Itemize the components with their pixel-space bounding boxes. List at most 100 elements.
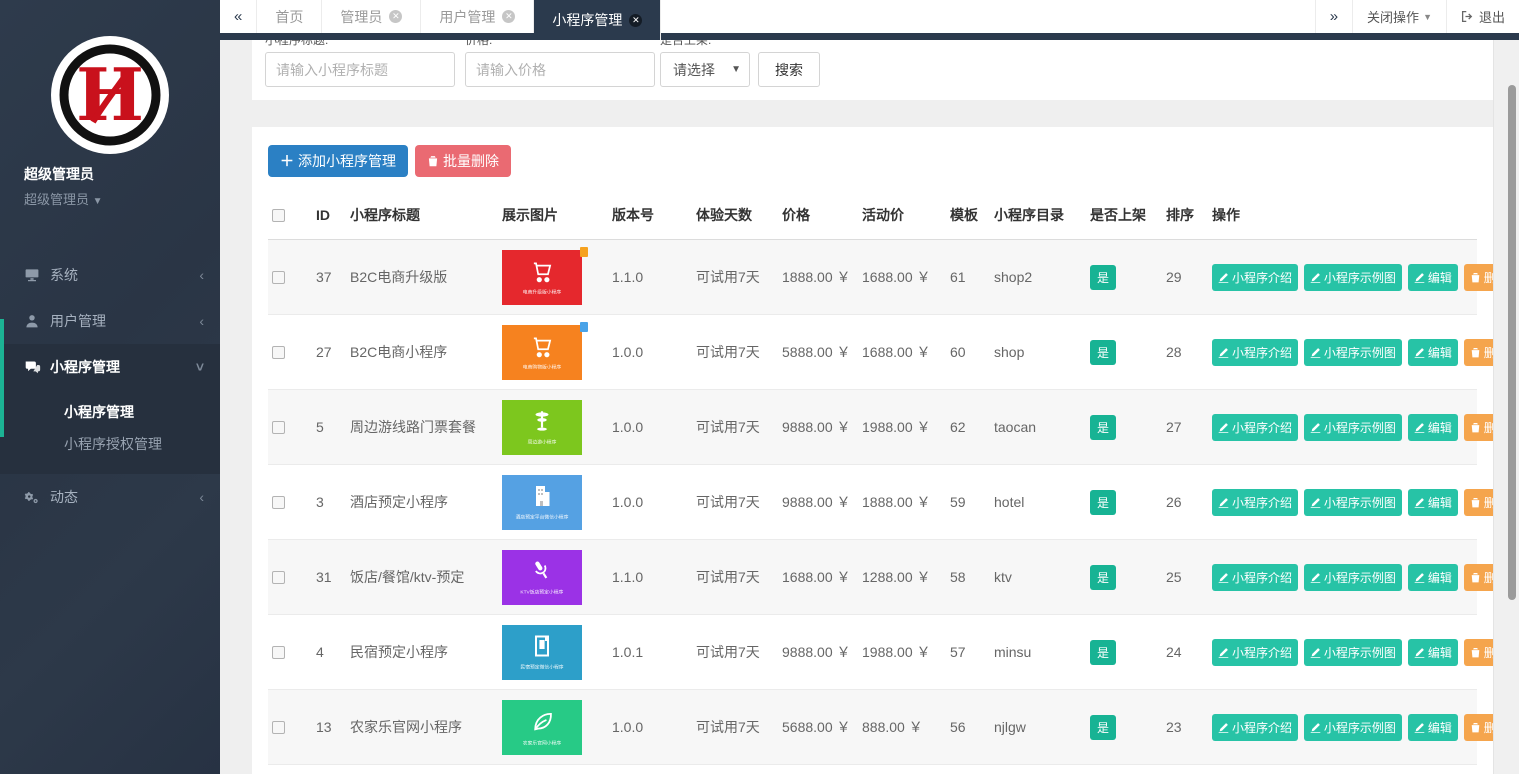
row-checkbox[interactable] [272,571,285,584]
cell-title: B2C电商升级版 [346,240,498,315]
cart-badge-icon [580,322,588,332]
row-checkbox[interactable] [272,721,285,734]
row-checkbox[interactable] [272,646,285,659]
scrollbar-thumb[interactable] [1508,85,1516,600]
row-checkbox[interactable] [272,496,285,509]
cell-sort: 25 [1162,540,1208,615]
miniprogram-submenu: 小程序管理 小程序授权管理 [0,390,220,474]
cell-version: 1.1.0 [608,240,692,315]
cell-actions: 小程序介绍 小程序示例图 编辑 删除 [1208,390,1477,465]
tab-admin[interactable]: 管理员 ✕ [322,0,421,33]
status-badge: 是 [1090,490,1116,515]
edit-button[interactable]: 编辑 [1408,714,1458,741]
tab-home[interactable]: 首页 [257,0,322,33]
angle-double-right-icon: » [1330,8,1338,25]
collapse-tabs-left-button[interactable]: « [220,0,257,33]
tile-caption: 酒店预定平台微信小程序 [516,513,569,520]
sidebar-subitem-miniprogram-management[interactable]: 小程序管理 [0,396,220,428]
select-all-checkbox[interactable] [272,209,285,222]
delete-button[interactable]: 删除 [1464,564,1493,591]
tab-miniprogram-management[interactable]: 小程序管理 ✕ [534,0,661,40]
trash-icon [1470,572,1481,583]
intro-button[interactable]: 小程序介绍 [1212,264,1298,291]
intro-button[interactable]: 小程序介绍 [1212,714,1298,741]
angle-double-left-icon: « [234,8,242,25]
close-icon[interactable]: ✕ [389,10,402,23]
example-images-button[interactable]: 小程序示例图 [1304,339,1402,366]
cell-trial: 可试用7天 [692,315,778,390]
scrollbar-track[interactable] [1493,40,1519,774]
close-icon[interactable]: ✕ [629,14,642,27]
tile-caption: 电商购物版小程序 [523,363,561,370]
cell-trial: 可试用7天 [692,615,778,690]
tab-user-management[interactable]: 用户管理 ✕ [421,0,534,33]
intro-button[interactable]: 小程序介绍 [1212,489,1298,516]
user-role-dropdown[interactable]: 超级管理员 ▼ [24,189,220,208]
cell-sort: 24 [1162,615,1208,690]
edit-button[interactable]: 编辑 [1408,564,1458,591]
cell-activity-price: 1288.00 ￥ [858,540,946,615]
edit-button[interactable]: 编辑 [1408,639,1458,666]
cell-trial: 可试用7天 [692,465,778,540]
row-checkbox[interactable] [272,421,285,434]
edit-button[interactable]: 编辑 [1408,339,1458,366]
sidebar-item-dynamics[interactable]: 动态 ‹ [0,474,220,520]
example-images-button[interactable]: 小程序示例图 [1304,639,1402,666]
sidebar-item-system[interactable]: 系统 ‹ [0,252,220,298]
row-checkbox[interactable] [272,346,285,359]
sidebar-item-miniprogram-management[interactable]: 小程序管理 ˅ [0,344,220,390]
example-images-button[interactable]: 小程序示例图 [1304,564,1402,591]
search-title-input[interactable] [265,52,455,87]
add-miniprogram-button[interactable]: ＋添加小程序管理 [268,145,408,177]
sidebar-subitem-miniprogram-auth-management[interactable]: 小程序授权管理 [0,428,220,460]
delete-button[interactable]: 删除 [1464,714,1493,741]
batch-delete-button[interactable]: 批量删除 [415,145,511,177]
logout-button[interactable]: 退出 [1446,0,1519,33]
intro-button[interactable]: 小程序介绍 [1212,339,1298,366]
cell-actions: 小程序介绍 小程序示例图 编辑 删除 [1208,765,1477,774]
comments-icon [24,359,50,376]
table-row: 5 周边游线路门票套餐 周边游小程序 1.0.0 可试用7天 9888.00 ￥… [268,390,1477,465]
cell-price: 5888.00 ￥ [778,315,858,390]
cell-version: 1.0.0 [608,690,692,765]
tile-caption: 农家乐官网小程序 [523,738,561,745]
example-images-button[interactable]: 小程序示例图 [1304,264,1402,291]
cell-directory [990,765,1086,774]
close-icon[interactable]: ✕ [502,10,515,23]
delete-button[interactable]: 删除 [1464,339,1493,366]
cell-title: 周边游线路门票套餐 [346,390,498,465]
example-images-button[interactable]: 小程序示例图 [1304,489,1402,516]
delete-button[interactable]: 删除 [1464,489,1493,516]
table-panel: ＋添加小程序管理 批量删除 ID 小程序标题 [252,127,1493,774]
edit-button[interactable]: 编辑 [1408,264,1458,291]
row-checkbox[interactable] [272,271,285,284]
cell-id [312,765,346,774]
status-select[interactable]: 请选择 ▼ [660,52,750,87]
example-images-button[interactable]: 小程序示例图 [1304,714,1402,741]
intro-button[interactable]: 小程序介绍 [1212,564,1298,591]
intro-button[interactable]: 小程序介绍 [1212,414,1298,441]
search-price-input[interactable] [465,52,655,87]
status-badge: 是 [1090,340,1116,365]
search-status-label: 是否上架: [660,40,820,48]
delete-button[interactable]: 删除 [1464,264,1493,291]
cell-template: 61 [946,240,990,315]
intro-button[interactable]: 小程序介绍 [1212,639,1298,666]
delete-button[interactable]: 删除 [1464,639,1493,666]
cart-icon [528,258,556,284]
delete-button[interactable]: 删除 [1464,414,1493,441]
scroll-tabs-right-button[interactable]: » [1315,0,1352,33]
tile-caption: KTV饭店预定小程序 [521,588,564,595]
close-operations-dropdown[interactable]: 关闭操作▼ [1352,0,1446,33]
example-images-button[interactable]: 小程序示例图 [1304,414,1402,441]
search-button[interactable]: 搜索 [758,52,820,87]
search-price-label: 价格: [465,40,655,48]
col-header-sort: 排序 [1162,193,1208,240]
sidebar-item-user-management[interactable]: 用户管理 ‹ [0,298,220,344]
cell-price: 9888.00 ￥ [778,615,858,690]
edit-button[interactable]: 编辑 [1408,489,1458,516]
cell-id: 27 [312,315,346,390]
edit-button[interactable]: 编辑 [1408,414,1458,441]
cell-sort [1162,765,1208,774]
col-header-activity-price: 活动价 [858,193,946,240]
